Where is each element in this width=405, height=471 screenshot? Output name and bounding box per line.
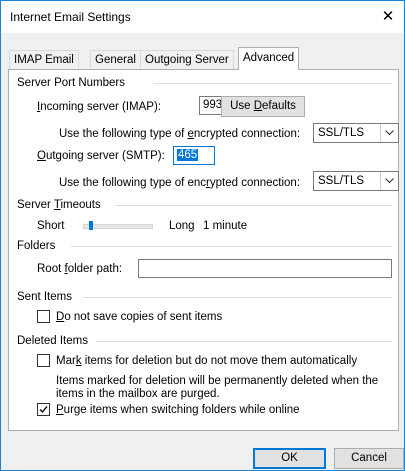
group-rule xyxy=(83,297,392,298)
purge-items-label: Purge items when switching folders while… xyxy=(56,404,300,416)
group-label: Deleted Items xyxy=(17,335,91,347)
mark-for-deletion-checkbox[interactable] xyxy=(37,354,50,367)
internet-email-settings-dialog: Internet Email Settings ✕ IMAP Email Gen… xyxy=(0,0,405,471)
outgoing-port-input[interactable]: 465 xyxy=(173,146,215,165)
checkmark-icon xyxy=(39,406,48,414)
folders-group: Folders xyxy=(17,239,59,253)
deletion-note-line-2: items in the mailbox are purged. xyxy=(56,388,220,400)
group-label: Server Timeouts xyxy=(17,199,104,211)
root-folder-path-label: Root folder path: xyxy=(37,263,123,275)
tab-label: Advanced xyxy=(243,52,295,64)
outgoing-server-label: Outgoing server (SMTP): xyxy=(37,150,165,162)
no-copies-checkbox[interactable] xyxy=(37,310,50,323)
deleted-items-group: Deleted Items xyxy=(17,334,91,348)
cancel-button[interactable]: Cancel xyxy=(334,448,404,469)
timeout-value-label: 1 minute xyxy=(203,220,248,232)
chevron-down-icon xyxy=(380,124,398,142)
group-rule xyxy=(154,83,392,84)
sent-items-group: Sent Items xyxy=(17,290,75,304)
chevron-down-icon xyxy=(380,172,398,190)
group-label: Sent Items xyxy=(17,291,75,303)
deletion-note-line-1: Items marked for deletion will be perman… xyxy=(56,375,379,387)
group-rule xyxy=(71,246,392,247)
incoming-encryption-select[interactable]: SSL/TLS xyxy=(313,123,399,143)
timeout-slider-thumb[interactable] xyxy=(89,221,94,230)
server-timeouts-group: Server Timeouts xyxy=(17,198,104,212)
use-defaults-button[interactable]: Use Defaults xyxy=(221,96,305,117)
tab-outgoing-server[interactable]: Outgoing Server xyxy=(140,50,234,69)
outgoing-port-value: 465 xyxy=(177,149,199,161)
outgoing-encryption-select[interactable]: SSL/TLS xyxy=(313,171,399,191)
incoming-encryption-value: SSL/TLS xyxy=(318,127,365,139)
timeout-short-label: Short xyxy=(37,220,65,232)
ok-button[interactable]: OK xyxy=(253,448,326,469)
incoming-encryption-label: Use the following type of encrypted conn… xyxy=(59,128,301,140)
tab-label: IMAP Email xyxy=(14,54,74,66)
tab-advanced[interactable]: Advanced xyxy=(238,47,300,70)
tab-label: Outgoing Server xyxy=(145,54,229,66)
tab-general[interactable]: General xyxy=(90,50,141,69)
purge-items-checkbox[interactable] xyxy=(37,403,50,416)
group-label: Server Port Numbers xyxy=(17,77,129,89)
group-label: Folders xyxy=(17,240,59,252)
root-folder-path-input[interactable] xyxy=(138,259,392,278)
outgoing-encryption-value: SSL/TLS xyxy=(318,175,365,187)
group-rule xyxy=(115,205,392,206)
group-rule xyxy=(97,341,392,342)
outgoing-encryption-label: Use the following type of encrypted conn… xyxy=(59,177,301,189)
tab-label: General xyxy=(95,54,136,66)
tab-imap-email[interactable]: IMAP Email xyxy=(9,50,79,69)
close-icon[interactable]: ✕ xyxy=(377,7,399,27)
no-copies-label: Do not save copies of sent items xyxy=(56,311,223,323)
timeout-slider-track[interactable] xyxy=(83,224,153,229)
timeout-long-label: Long xyxy=(169,220,195,232)
incoming-server-label: Incoming server (IMAP): xyxy=(37,101,161,113)
title-bar: Internet Email Settings ✕ xyxy=(1,1,404,33)
window-title: Internet Email Settings xyxy=(10,10,131,24)
mark-for-deletion-label: Mark items for deletion but do not move … xyxy=(56,355,358,367)
server-port-numbers-group: Server Port Numbers xyxy=(17,76,129,90)
